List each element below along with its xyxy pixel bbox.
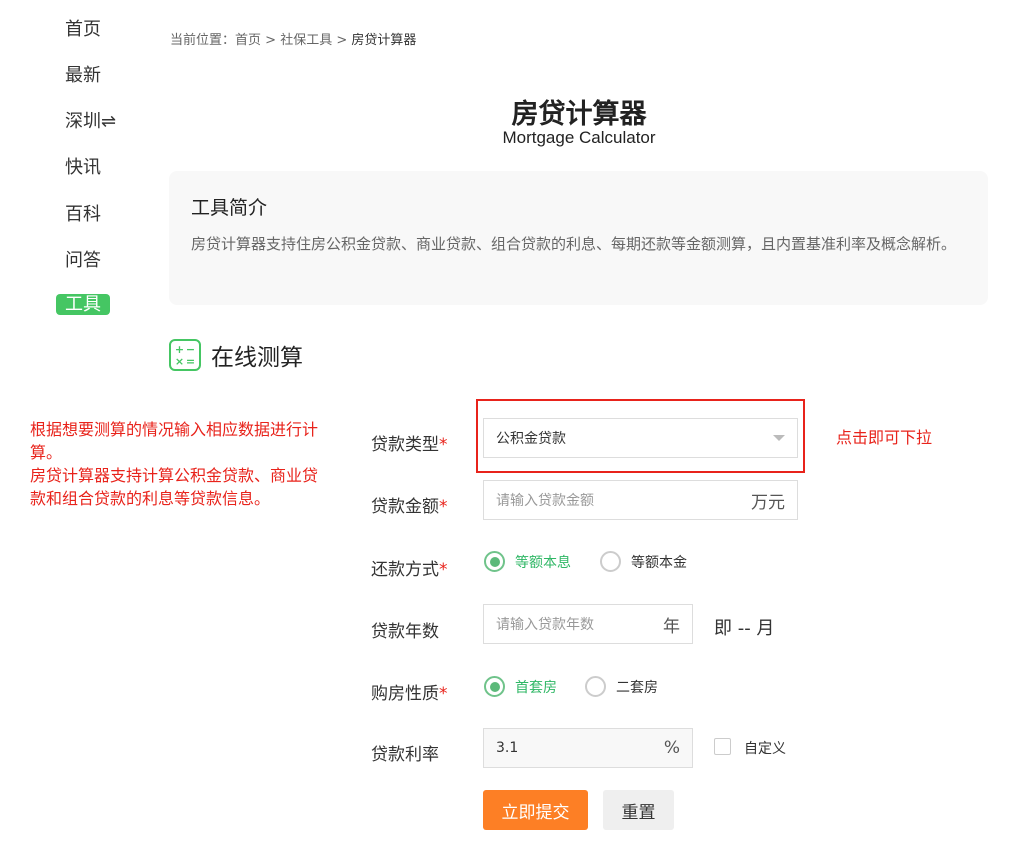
annotation-left: 根据想要测算的情况输入相应数据进行计算。 房贷计算器支持计算公积金贷款、商业贷款… bbox=[30, 420, 319, 508]
sidebar-item-home[interactable]: 首页 bbox=[65, 15, 101, 41]
years-input[interactable]: 请输入贷款年数 年 bbox=[483, 604, 693, 644]
years-placeholder: 请输入贷款年数 bbox=[496, 617, 594, 633]
loan-type-value: 公积金贷款 bbox=[496, 431, 566, 447]
calculator-icon: + − × = bbox=[169, 339, 201, 371]
amount-label: 贷款金额* bbox=[371, 497, 448, 517]
nature-label: 购房性质* bbox=[371, 684, 448, 704]
amount-unit: 万元 bbox=[751, 492, 785, 513]
custom-rate-checkbox[interactable] bbox=[714, 738, 731, 755]
sidebar-item-qa[interactable]: 问答 bbox=[65, 246, 101, 272]
radio-equal-installment[interactable]: 等额本息 bbox=[484, 551, 571, 572]
radio-unchecked-icon bbox=[600, 551, 621, 572]
intro-panel: 工具简介 房贷计算器支持住房公积金贷款、商业贷款、组合贷款的利息、每期还款等金额… bbox=[169, 171, 988, 305]
loan-type-select[interactable]: 公积金贷款 bbox=[483, 418, 798, 458]
breadcrumb-sep: > bbox=[261, 33, 281, 48]
rate-label: 贷款利率 bbox=[371, 745, 439, 765]
breadcrumb-home[interactable]: 首页 bbox=[235, 33, 261, 48]
radio-first-home[interactable]: 首套房 bbox=[484, 676, 557, 697]
amount-input[interactable]: 请输入贷款金额 万元 bbox=[483, 480, 798, 520]
intro-title: 工具简介 bbox=[191, 197, 268, 219]
years-unit: 年 bbox=[663, 616, 680, 637]
section-title: 在线测算 bbox=[211, 345, 303, 371]
radio-checked-icon bbox=[484, 676, 505, 697]
breadcrumb: 当前位置：首页 > 社保工具 > 房贷计算器 bbox=[170, 29, 416, 48]
intro-text: 房贷计算器支持住房公积金贷款、商业贷款、组合贷款的利息、每期还款等金额测算，且内… bbox=[191, 235, 957, 253]
rate-value: 3.1 bbox=[496, 740, 519, 756]
chevron-down-icon bbox=[773, 435, 785, 441]
breadcrumb-current: 房贷计算器 bbox=[351, 33, 417, 48]
amount-placeholder: 请输入贷款金额 bbox=[496, 493, 594, 509]
breadcrumb-sep: > bbox=[332, 33, 352, 48]
sidebar-item-latest[interactable]: 最新 bbox=[65, 61, 101, 87]
page-subtitle: Mortgage Calculator bbox=[502, 128, 656, 147]
radio-second-home[interactable]: 二套房 bbox=[585, 676, 658, 697]
radio-equal-principal[interactable]: 等额本金 bbox=[600, 551, 687, 572]
sidebar-item-news[interactable]: 快讯 bbox=[65, 153, 101, 179]
submit-button[interactable]: 立即提交 bbox=[483, 790, 588, 830]
months-readout: 即 -- 月 bbox=[714, 618, 775, 639]
sidebar-item-wiki[interactable]: 百科 bbox=[65, 200, 101, 226]
radio-checked-icon bbox=[484, 551, 505, 572]
reset-button[interactable]: 重置 bbox=[603, 790, 674, 830]
loan-type-label: 贷款类型* bbox=[371, 435, 448, 455]
annotation-right: 点击即可下拉 bbox=[836, 428, 933, 447]
rate-unit: % bbox=[663, 738, 680, 758]
sidebar-item-tools[interactable]: 工具 bbox=[56, 294, 110, 315]
page-title: 房贷计算器 bbox=[511, 99, 647, 130]
years-label: 贷款年数 bbox=[371, 622, 439, 642]
section-header: + − × = 在线测算 bbox=[169, 338, 303, 372]
radio-unchecked-icon bbox=[585, 676, 606, 697]
repay-label: 还款方式* bbox=[371, 560, 448, 580]
custom-rate-label: 自定义 bbox=[744, 741, 786, 757]
rate-input[interactable]: 3.1 % bbox=[483, 728, 693, 768]
breadcrumb-prefix: 当前位置： bbox=[170, 33, 236, 48]
breadcrumb-tools[interactable]: 社保工具 bbox=[280, 33, 332, 48]
